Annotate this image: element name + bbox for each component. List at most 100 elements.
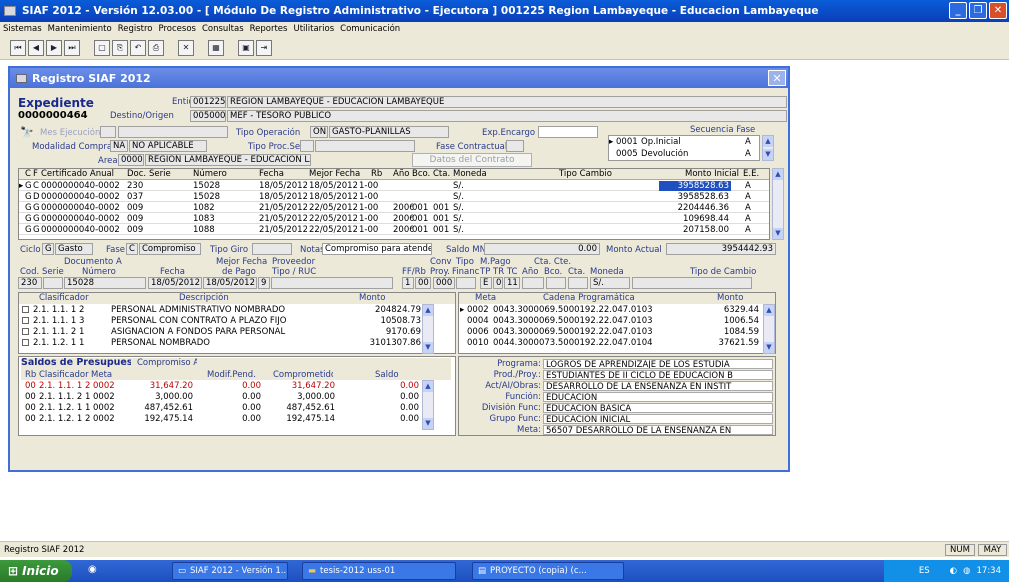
doc-ff-field: 1	[402, 277, 414, 289]
secuencia-row[interactable]: ▸ 0001 Op.Inicial A	[609, 137, 759, 147]
datos-contrato-button[interactable]: Datos del Contrato	[412, 153, 532, 167]
task-siaf[interactable]: ▭ SIAF 2012 - Versión 1...	[172, 562, 288, 580]
save-icon[interactable]: ▣	[238, 39, 254, 56]
cert-row[interactable]: G G 0000000040-0002 009 1082 21/05/2012 22/05/…	[19, 203, 769, 213]
new-document-icon[interactable]: ▢	[94, 39, 110, 56]
meta-row[interactable]: 0010 0044.3000073.5000192.22.047.0104 3762…	[459, 338, 763, 348]
app-icon	[4, 6, 16, 16]
secuencia-list: ▸ 0001 Op.Inicial A 0005 Devolución A	[608, 135, 760, 161]
may-indicator: MAY	[978, 544, 1007, 556]
tptrtc-label: TP TR TC	[480, 267, 518, 277]
saldo-row[interactable]: 00 2.1. 1.1. 1 2 0002 31,647.20 0.00 31,647.2…	[21, 381, 423, 391]
saldos-scrollbar[interactable]: ▲ ▼	[422, 380, 434, 430]
doc-cta-field	[568, 277, 588, 289]
row-checkbox[interactable]	[22, 306, 29, 313]
cert-row[interactable]: G G 0000000040-0002 009 1083 21/05/2012 22/05/…	[19, 214, 769, 224]
clasificador-row[interactable]: 2.1. 1.1. 1 2 PERSONAL ADMINISTRATIVO NOM…	[19, 305, 423, 315]
close-button[interactable]: ✕	[989, 2, 1007, 19]
clasificador-row[interactable]: 2.1. 1.2. 1 1 PERSONAL NOMBRADO 3101307.86	[19, 338, 423, 348]
tipo-cambio-label: Tipo de Cambio	[690, 267, 757, 277]
ffrb-label: FF/Rb	[402, 267, 426, 277]
entidad-name: REGION LAMBAYEQUE - EDUCACION LAMBAYEQUE	[227, 96, 787, 108]
start-button[interactable]: ⊞ Inicio	[0, 560, 72, 582]
programa-row: Act/AI/Obras: DESARROLLO DE LA ENSEÑANZA …	[459, 381, 775, 391]
last-record-icon[interactable]: ⏭	[64, 39, 80, 56]
task-proyecto[interactable]: ▤ PROYECTO (copia) (c...	[472, 562, 624, 580]
programa-row: Meta: 56507 DESARROLLO DE LA ENSEÑANZA EN	[459, 425, 775, 435]
registro-window: Registro SIAF 2012 ✕ Expediente 00000004…	[8, 66, 790, 472]
row-checkbox[interactable]	[22, 328, 29, 335]
network-icon[interactable]: ◐	[950, 566, 957, 576]
meta-row[interactable]: ▸ 0002 0043.3000069.5000192.22.047.0103 632…	[459, 305, 763, 315]
exit-icon[interactable]: ⇥	[256, 39, 272, 56]
clasificador-row[interactable]: 2.1. 1.1. 1 3 PERSONAL CON CONTRATO A PLA…	[19, 316, 423, 326]
menu-comunicacion[interactable]: Comunicación	[340, 24, 400, 34]
meta-row[interactable]: 0006 0043.3000069.5000192.22.047.0103 1084…	[459, 327, 763, 337]
ciclo-code: G	[42, 243, 54, 255]
ctacte-label: Cta. Cte.	[534, 257, 572, 267]
mes-field	[100, 126, 116, 138]
cert-row[interactable]: G G 0000000040-0002 009 1088 21/05/2012 22/05/…	[19, 225, 769, 235]
clasificador-row[interactable]: 2.1. 1.1. 2 1 ASIGNACION A FONDOS PARA PE…	[19, 327, 423, 337]
certificados-scrollbar[interactable]: ▲ ▼	[772, 168, 784, 240]
menu-registro[interactable]: Registro	[118, 24, 153, 34]
cert-row[interactable]: G D 0000000040-0002 037 15028 18/05/2012 18/05…	[19, 192, 769, 202]
language-indicator[interactable]: ES	[919, 566, 930, 576]
grid-header: Meta Cadena Programática Monto	[459, 293, 775, 304]
undo-icon[interactable]: ↶	[130, 39, 146, 56]
saldo-row[interactable]: 00 2.1. 1.2. 1 2 0002 192,475.14 0.00 192,475…	[21, 414, 423, 424]
task-folder[interactable]: ▬ tesis-2012 uss-01	[302, 562, 456, 580]
menu-sistemas[interactable]: Sistemas	[3, 24, 42, 34]
programa-row: Programa: LOGROS DE APRENDIZAJE DE LOS ES…	[459, 359, 775, 369]
delete-icon[interactable]: ✕	[178, 39, 194, 56]
menu-consultas[interactable]: Consultas	[202, 24, 244, 34]
child-close-button[interactable]: ✕	[768, 70, 786, 86]
mejor-fecha-label: Mejor Fecha	[216, 257, 268, 267]
clasificador-scrollbar[interactable]: ▲ ▼	[422, 304, 434, 354]
doc-fecha-field: 18/05/2012	[148, 277, 202, 289]
meta-row[interactable]: 0004 0043.3000069.5000192.22.047.0103 1006…	[459, 316, 763, 326]
saldo-row[interactable]: 00 2.1. 1.1. 2 1 0002 3,000.00 0.00 3,000.00 0…	[21, 392, 423, 402]
saldo-mn-field: 0.00	[484, 243, 600, 255]
numero-label: Número	[82, 267, 116, 277]
saldo-row[interactable]: 00 2.1. 1.2. 1 1 0002 487,452.61 0.00 487,452…	[21, 403, 423, 413]
tipo-operacion-name: GASTO-PLANILLAS	[329, 126, 449, 138]
binoculars-icon[interactable]: 🔭	[20, 126, 34, 139]
expediente-number: 0000000464	[18, 110, 88, 121]
modalidad-name: NO APLICABLE	[129, 140, 207, 152]
secuencia-row[interactable]: 0005 Devolución A	[609, 149, 759, 159]
fecha-label: Fecha	[160, 267, 185, 277]
toolbar: ⏮ ◀ ▶ ⏭ ▢ ⎘ ↶ ⎙ ✕ ▦ ▣ ⇥	[0, 36, 1009, 60]
volume-icon[interactable]: ◍	[963, 566, 970, 576]
menu-reportes[interactable]: Reportes	[250, 24, 288, 34]
notas-field[interactable]: Compromiso para atender	[322, 243, 432, 255]
certificados-grid: C F Certificado Anual Doc. Serie Número …	[18, 168, 770, 240]
child-title-bar: Registro SIAF 2012	[10, 68, 788, 88]
menu-procesos[interactable]: Procesos	[159, 24, 196, 34]
browser-quicklaunch-icon[interactable]: ◉	[88, 564, 97, 575]
menu-utilitarios[interactable]: Utilitarios	[293, 24, 334, 34]
menu-mantenimiento[interactable]: Mantenimiento	[48, 24, 112, 34]
cert-row[interactable]: ▸ G C 0000000040-0002 230 15028 18/05/2012 18/0…	[19, 181, 769, 191]
fase-code: C	[126, 243, 138, 255]
tools-icon[interactable]: ▦	[208, 39, 224, 56]
minimize-button[interactable]: _	[949, 2, 967, 19]
copy-icon[interactable]: ⎘	[112, 39, 128, 56]
maximize-button[interactable]: ❐	[969, 2, 987, 19]
doc-tc-field: 11	[504, 277, 520, 289]
print-icon[interactable]: ⎙	[148, 39, 164, 56]
fase-name: Compromiso	[139, 243, 201, 255]
doc-tp-field: E	[480, 277, 492, 289]
next-record-icon[interactable]: ▶	[46, 39, 62, 56]
tipo-operacion-label: Tipo Operación	[236, 128, 301, 138]
row-checkbox[interactable]	[22, 317, 29, 324]
moneda-label: Moneda	[590, 267, 624, 277]
prev-record-icon[interactable]: ◀	[28, 39, 44, 56]
first-record-icon[interactable]: ⏮	[10, 39, 26, 56]
secuencia-scrollbar[interactable]: ▲ ▼	[762, 135, 774, 161]
exp-encargo-field[interactable]	[538, 126, 598, 138]
serie-label: Serie	[42, 267, 64, 277]
meta-scrollbar[interactable]: ▲ ▼	[763, 304, 775, 354]
exp-encargo-label: Exp.Encargo	[482, 128, 536, 138]
row-checkbox[interactable]	[22, 339, 29, 346]
